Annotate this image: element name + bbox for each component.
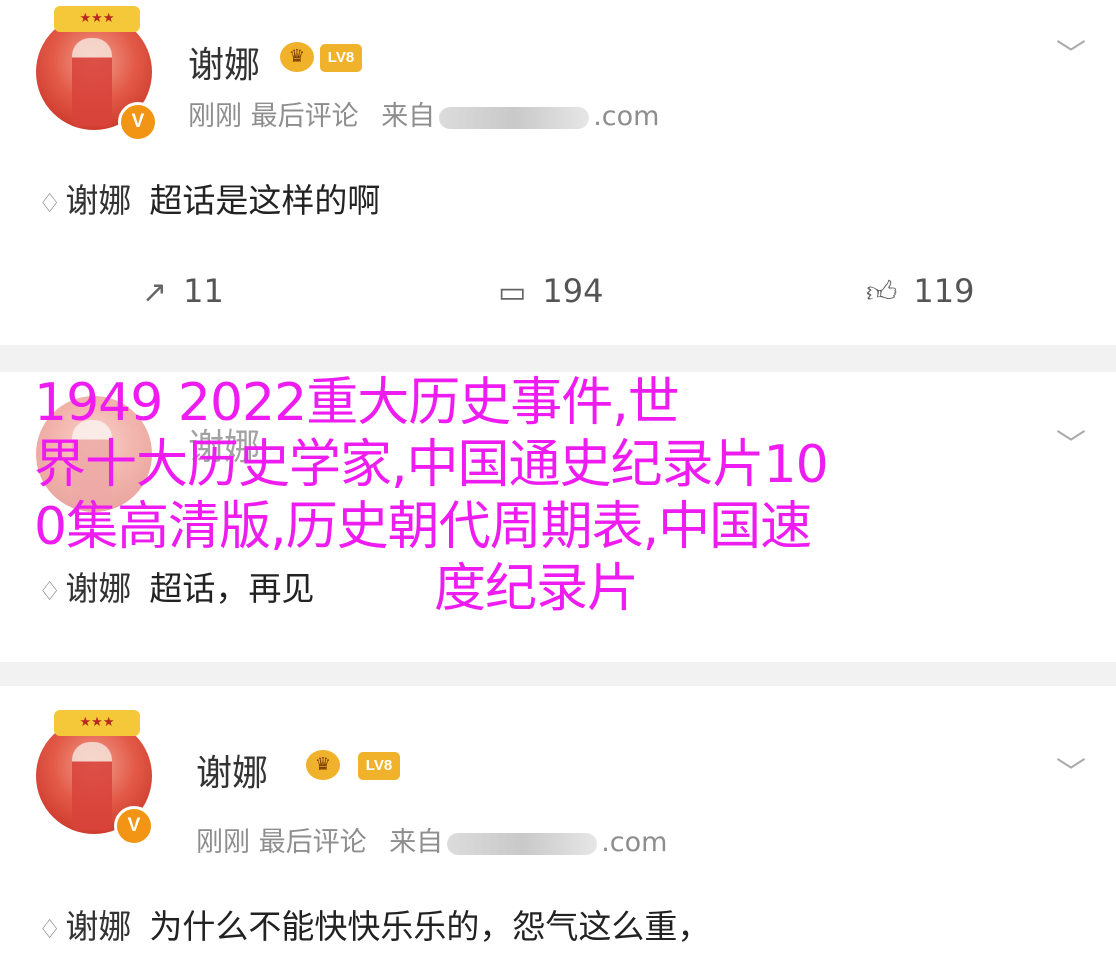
like-count: 119 (913, 272, 975, 310)
source-prefix: 来自 (381, 101, 436, 132)
crown-badge-icon: ♛ (306, 750, 340, 780)
source-prefix: 来自 (389, 827, 444, 858)
post-body: 为什么不能快快乐乐的，怨气这么重， (149, 907, 711, 946)
super-topic-icon: ♢ (38, 189, 62, 219)
like-button[interactable]: 👍︎ 119 (866, 272, 974, 311)
overlay-title: 1949 2022重大历史事件,世 界十大历史学家,中国通史纪录片10 0集高清… (34, 372, 1009, 620)
post-meta: 刚刚 最后评论 来自 .com (188, 94, 659, 133)
overlay-line: 0集高清版,历史朝代周期表,中国速 (34, 497, 812, 557)
chevron-down-icon[interactable]: ﹀ (1056, 420, 1086, 464)
crown-badge-icon: ♛ (280, 42, 314, 72)
super-topic-icon: ♢ (38, 915, 62, 945)
avatar-photo (72, 742, 112, 830)
chevron-down-icon[interactable]: ﹀ (1056, 30, 1086, 74)
post-time: 刚刚 (196, 827, 250, 858)
post-card[interactable]: ★★★ V 谢娜 ♛ LV8 刚刚 最后评论 来自 .com ﹀ ♢ 谢娜 超话是这样… (0, 0, 1116, 345)
post-time: 刚刚 (188, 101, 242, 132)
post-text: ♢ 谢娜 超话是这样的啊 (38, 174, 380, 222)
thumbs-up-icon: 👍︎ (866, 275, 898, 310)
topic-link[interactable]: 谢娜 (65, 181, 131, 220)
repost-count: 11 (183, 272, 224, 310)
username[interactable]: 谢娜 (188, 36, 260, 88)
post-card[interactable]: ★★★ V 谢娜 ♛ LV8 刚刚 最后评论 来自 .com ﹀ ♢ 谢娜 为什么不能… (0, 686, 1116, 966)
repost-button[interactable]: ↗ 11 (142, 272, 224, 310)
post-action: 最后评论 (258, 827, 367, 858)
avatar-frame-tag: ★★★ (54, 6, 140, 32)
level-badge: LV8 (358, 752, 400, 780)
verified-icon: V (118, 102, 158, 142)
blurred-source (447, 832, 598, 855)
comment-icon: ▭ (498, 275, 527, 310)
overlay-line: 1949 2022重大历史事件,世 (34, 373, 680, 433)
level-badge: LV8 (320, 44, 362, 72)
avatar-frame-tag: ★★★ (54, 710, 140, 736)
topic-link[interactable]: 谢娜 (65, 907, 131, 946)
repost-icon: ↗ (142, 275, 168, 310)
source-suffix: .com (601, 827, 668, 858)
verified-icon: V (114, 806, 154, 846)
post-text: ♢ 谢娜 为什么不能快快乐乐的，怨气这么重， (38, 900, 710, 948)
chevron-down-icon[interactable]: ﹀ (1056, 748, 1086, 792)
comment-button[interactable]: ▭ 194 (498, 272, 603, 310)
source-suffix: .com (593, 101, 660, 132)
post-meta: 刚刚 最后评论 来自 .com (196, 820, 667, 859)
comment-count: 194 (542, 272, 604, 310)
post-action: 最后评论 (250, 101, 359, 132)
overlay-line: 度纪录片 (434, 559, 639, 619)
username[interactable]: 谢娜 (196, 744, 268, 796)
blurred-source (439, 106, 590, 129)
post-body: 超话是这样的啊 (149, 181, 381, 220)
avatar-photo (72, 38, 112, 126)
overlay-line: 界十大历史学家,中国通史纪录片10 (34, 435, 829, 495)
